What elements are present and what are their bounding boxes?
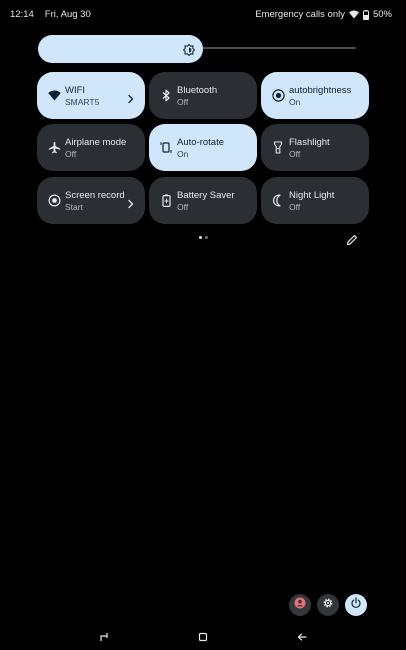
tile-status: Off [177,97,189,107]
tile-status: On [177,149,189,159]
chevron-right-icon[interactable] [127,196,135,209]
tile-label: Battery Saver [177,190,235,201]
tile-auto-brightness[interactable]: autobrightness On [261,72,369,119]
tile-battery-saver[interactable]: Battery Saver Off [149,177,257,224]
tile-bluetooth[interactable]: Bluetooth Off [149,72,257,119]
tile-label: Auto-rotate [177,137,224,148]
tile-label: Bluetooth [177,85,218,96]
tile-airplane[interactable]: Airplane mode Off [37,124,145,171]
tile-status: Off [289,149,301,159]
battery-percent: 50% [372,9,392,20]
tile-status: Off [289,202,301,212]
power-icon [350,596,362,614]
status-bar: 12:14 Fri, Aug 30 Emergency calls only 5… [0,0,406,30]
tile-status: Off [65,149,77,159]
chevron-right-icon[interactable] [127,91,135,104]
tile-status: On [289,97,301,107]
tile-status: SMART5 [65,97,100,107]
tile-wifi[interactable]: WIFI SMART5 [37,72,145,119]
brightness-slider[interactable] [38,35,356,63]
recents-icon[interactable] [98,631,110,643]
status-time: 12:14 [10,9,34,20]
night-light-icon [271,193,285,207]
brightness-icon [182,43,196,57]
battery-icon [362,9,369,20]
page-dot [205,236,208,239]
wifi-signal-icon [348,10,359,19]
edit-icon[interactable] [346,233,358,246]
tile-label: autobrightness [289,85,351,96]
tile-status: Start [65,202,83,212]
page-dot [199,236,202,239]
page-indicator [199,236,208,239]
tile-label: Night Light [289,190,335,201]
gear-icon [322,596,334,614]
tile-label: Flashlight [289,137,330,148]
rotate-icon [159,140,173,154]
status-date: Fri, Aug 30 [44,9,91,20]
carrier-text: Emergency calls only [255,9,345,20]
tile-night-light[interactable]: Night Light Off [261,177,369,224]
bluetooth-icon [159,88,173,102]
home-icon[interactable] [197,631,209,643]
tile-status: Off [177,202,189,212]
user-switcher-button[interactable] [289,594,311,616]
tile-flashlight[interactable]: Flashlight Off [261,124,369,171]
flashlight-icon [271,140,285,154]
auto-brightness-icon [271,88,285,102]
battery-saver-icon [159,193,173,207]
brightness-fill[interactable] [38,35,203,63]
wifi-icon [47,88,61,102]
tile-label: Airplane mode [65,137,127,148]
settings-button[interactable] [317,594,339,616]
back-icon[interactable] [296,631,308,643]
tile-rotate[interactable]: Auto-rotate On [149,124,257,171]
user-icon [294,596,306,614]
airplane-icon [47,140,61,154]
power-button[interactable] [345,594,367,616]
tile-screen-record[interactable]: Screen record Start [37,177,145,224]
tile-label: WIFI [65,85,86,96]
navigation-bar [0,624,406,650]
screen-record-icon [47,193,61,207]
tile-label: Screen record [65,190,125,201]
